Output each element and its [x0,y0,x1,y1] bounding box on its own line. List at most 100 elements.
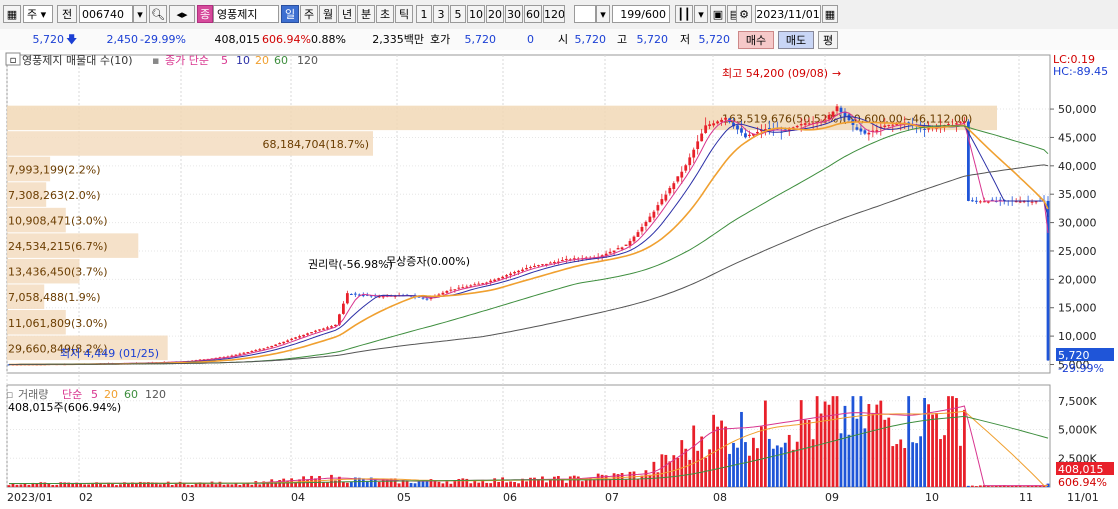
legend-ma-5: 5 [221,54,228,67]
settings-dropdown-icon[interactable]: ▾ [694,5,708,23]
candle-body [262,348,266,350]
multiplier-tab-120[interactable]: 120 [543,5,565,23]
custom-multiplier-input[interactable] [574,5,596,23]
average-button[interactable]: 평 [818,31,838,49]
candle-body [616,248,620,250]
volume-bar [891,446,895,487]
volume-bar [174,483,178,487]
period-tab-3[interactable]: 년 [338,5,356,23]
candle-body [529,267,532,269]
candle-body [696,141,700,150]
candle-body [330,326,333,328]
volume-bar [91,483,94,487]
period-tab-5[interactable]: 초 [376,5,394,23]
candle-body [326,327,329,329]
period-tab-6[interactable]: 틱 [395,5,413,23]
volume-bar [931,414,934,487]
stock-name-field[interactable]: 영풍제지 [213,5,279,23]
multiplier-tab-3[interactable]: 3 [433,5,449,23]
candle-body [712,123,716,126]
volume-bar [461,478,465,487]
search-icon[interactable]: 🔍︎ [149,5,167,23]
period-tab-0[interactable]: 일 [281,5,299,23]
candle-body [803,123,807,125]
volume-bar [417,480,421,487]
prev-button[interactable]: 전 [57,5,77,23]
stock-chart[interactable]: 163,519,676(50.52%)(50,600.00~46,112.00)… [0,50,1118,509]
volume-bar [186,484,190,487]
candle-body [421,297,425,299]
candle-body [628,241,632,246]
volume-bar [970,485,974,487]
volume-bar [664,454,668,487]
volume-bar [111,483,114,487]
multiplier-tab-10[interactable]: 10 [467,5,485,23]
candle-body [859,128,863,132]
candle-body [505,275,508,277]
period-tab-2[interactable]: 월 [319,5,337,23]
sell-button[interactable]: 매도 [778,31,814,49]
gear-icon[interactable]: ⚙ [736,5,752,23]
profile-label: 163,519,676(50.52%)(50,600.00~46,112.00) [722,112,972,125]
volume-bar [978,485,982,487]
candle-body [974,200,978,202]
multiplier-tab-30[interactable]: 30 [505,5,523,23]
multiplier-dropdown-icon[interactable]: ▾ [596,5,610,23]
volume-bar [425,481,429,487]
candle-body [632,236,636,242]
multiplier-tab-60[interactable]: 60 [524,5,542,23]
volume-bar [903,448,907,487]
multiplier-tab-20[interactable]: 20 [486,5,504,23]
code-dropdown-icon[interactable]: ▾ [133,5,147,23]
volume-bar [119,484,122,487]
candle-icon[interactable]: ┃┃ [675,5,693,23]
period-tab-4[interactable]: 분 [357,5,375,23]
date-field[interactable]: 2023/11/01 [755,5,821,23]
market-select[interactable]: 주 ▾ [23,5,53,23]
buy-button[interactable]: 매수 [738,31,774,49]
volume-bar [959,445,962,487]
current-change-axis-label: -29.99% [1058,362,1104,375]
current-volume-axis-label: 408,015 [1058,463,1104,476]
volume-legend-ma-5: 5 [91,388,98,401]
volume-bar [505,482,508,487]
volume-bar [572,475,576,487]
grid-icon[interactable]: ▦ [3,5,21,23]
candle-body [847,114,851,121]
price-tick-label: 45,000 [1058,131,1097,144]
volume-bar [907,396,911,487]
multiplier-tab-5[interactable]: 5 [450,5,466,23]
code-input[interactable]: 006740 [79,5,133,23]
volume-bar [47,483,51,487]
candle-body [349,293,353,295]
volume-bar [990,486,994,487]
volume-bar [318,476,321,487]
speaker-icon[interactable]: ◂▸ [169,5,195,23]
candle-body [668,187,672,194]
hc-label: HC:-89.45 [1053,65,1108,78]
volume-bar [883,419,887,487]
legend-ma-10: 10 [236,54,250,67]
calendar-icon[interactable]: ▦ [822,5,838,23]
candle-body [692,149,696,158]
candle-body [748,134,751,137]
volume-bar [330,474,333,487]
candle-body [744,133,747,138]
volume-bar [951,396,954,487]
bid-price: 5,720 [464,33,497,46]
candle-body [310,332,313,334]
profile-label: 7,308,263(2.0%) [8,189,101,202]
price-tick-label: 40,000 [1058,160,1097,173]
period-tab-1[interactable]: 주 [300,5,318,23]
count-field[interactable]: 199/600 [612,5,670,23]
multiplier-tab-1[interactable]: 1 [416,5,432,23]
volume-bar [568,476,572,487]
save-icon[interactable]: ▣ [710,5,726,23]
candle-body [274,344,278,346]
volume-bar [712,414,716,487]
candle-body [246,352,250,354]
legend-collapse-icon[interactable]: ▫ [10,55,17,66]
profile-label: 7,058,488(1.9%) [8,291,101,304]
volume-bar [485,482,489,487]
volume-bar [692,425,696,487]
